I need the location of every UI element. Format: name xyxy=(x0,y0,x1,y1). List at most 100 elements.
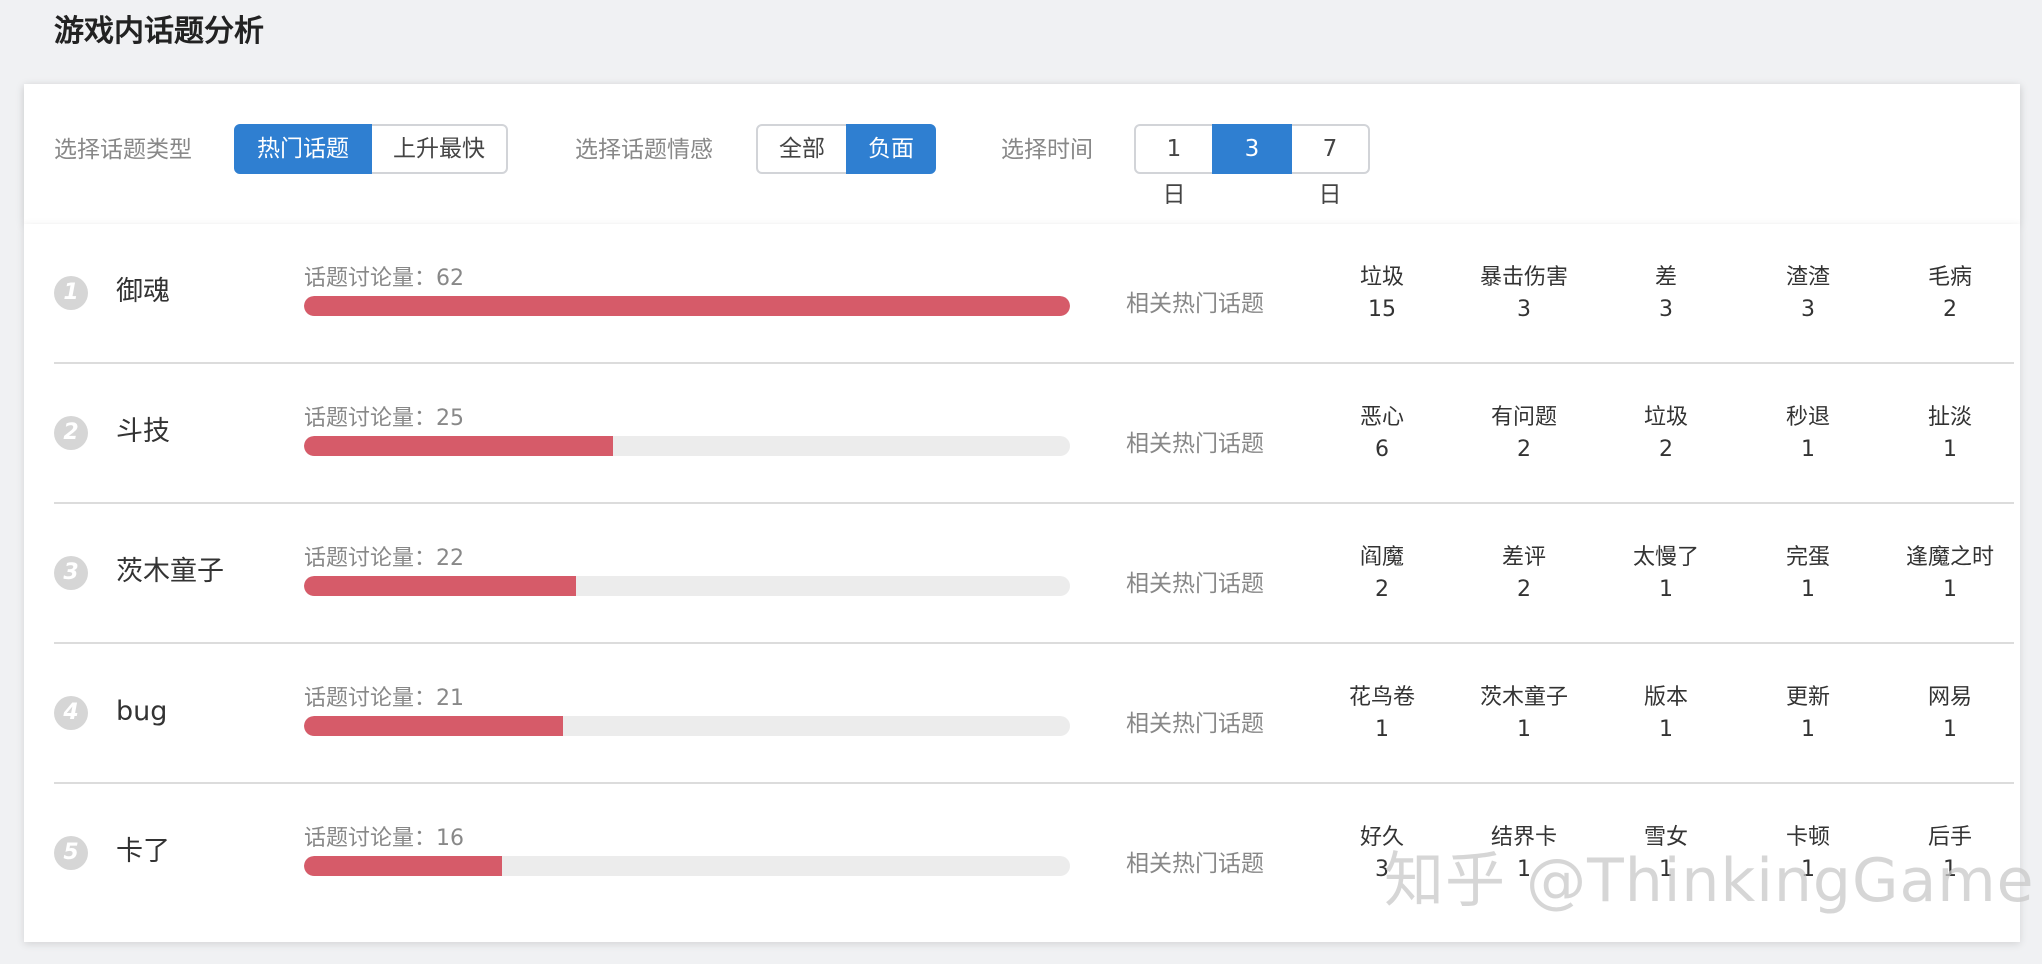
related-topic-name: 毛病 xyxy=(1927,265,1972,290)
related-topics-label: 相关热门话题 xyxy=(1126,431,1264,457)
rank-badge-icon: 1 xyxy=(54,276,88,310)
topic-row[interactable]: 4 bug 话题讨论量：21 相关热门话题 花鸟卷 1 茨木童子 1 版本 1 更新 1 网易 1 xyxy=(54,644,2014,784)
related-topic[interactable]: 更新 1 xyxy=(1738,682,1878,746)
discussion-volume-bar-fill xyxy=(304,296,1070,316)
related-topic[interactable]: 垃圾 15 xyxy=(1312,262,1452,326)
related-topic[interactable]: 毛病 2 xyxy=(1880,262,2020,326)
related-topic[interactable]: 阎魔 2 xyxy=(1312,542,1452,606)
related-topic-count: 2 xyxy=(1517,437,1531,462)
related-topic-count: 2 xyxy=(1659,437,1673,462)
discussion-volume-bar-fill xyxy=(304,436,613,456)
discussion-volume-value: 16 xyxy=(436,826,465,851)
related-topic-count: 3 xyxy=(1517,297,1531,322)
topic-row[interactable]: 1 御魂 话题讨论量：62 相关热门话题 垃圾 15 暴击伤害 3 差 3 渣渣 3 毛病 2 xyxy=(54,224,2014,364)
topic-name[interactable]: 茨木童子 xyxy=(116,552,224,592)
discussion-volume-bar xyxy=(304,716,1070,736)
sentiment-toggle: 全部 负面 xyxy=(756,124,936,174)
discussion-volume-prefix: 话题讨论量： xyxy=(304,266,437,291)
related-topics-label: 相关热门话题 xyxy=(1126,851,1264,877)
related-topic-count: 1 xyxy=(1943,437,1957,462)
discussion-volume-prefix: 话题讨论量： xyxy=(304,686,437,711)
related-topic[interactable]: 垃圾 2 xyxy=(1596,402,1736,466)
related-topic[interactable]: 渣渣 3 xyxy=(1738,262,1878,326)
rank-badge-icon: 3 xyxy=(54,556,88,590)
related-topic-name: 垃圾 xyxy=(1643,405,1688,430)
discussion-volume-value: 62 xyxy=(436,266,465,291)
hot-topics-button[interactable]: 热门话题 xyxy=(234,124,372,174)
related-topic-count: 6 xyxy=(1375,437,1389,462)
related-topic[interactable]: 太慢了 1 xyxy=(1596,542,1736,606)
related-topic[interactable]: 差评 2 xyxy=(1454,542,1594,606)
discussion-volume: 话题讨论量：21 xyxy=(304,684,464,714)
related-topic-count: 1 xyxy=(1517,717,1531,742)
discussion-volume-bar xyxy=(304,296,1070,316)
related-topic-name: 阎魔 xyxy=(1359,545,1404,570)
time-1d-button[interactable]: 1日 xyxy=(1134,124,1214,208)
discussion-volume-bar-fill xyxy=(304,856,502,876)
related-topic-count: 3 xyxy=(1801,297,1815,322)
related-topic-count: 1 xyxy=(1659,577,1673,602)
related-topic-name: 花鸟卷 xyxy=(1348,685,1415,710)
discussion-volume-value: 21 xyxy=(436,686,465,711)
discussion-volume-bar xyxy=(304,436,1070,456)
related-topic[interactable]: 花鸟卷 1 xyxy=(1312,682,1452,746)
related-topic[interactable]: 逢魔之时 1 xyxy=(1880,542,2020,606)
related-topic-count: 1 xyxy=(1943,577,1957,602)
time-range-label: 选择时间 xyxy=(1001,137,1093,163)
topic-sentiment-label: 选择话题情感 xyxy=(575,137,713,163)
related-topic[interactable]: 恶心 6 xyxy=(1312,402,1452,466)
watermark: 知乎 @ThinkingGame xyxy=(1384,846,2035,916)
topic-row[interactable]: 2 斗技 话题讨论量：25 相关热门话题 恶心 6 有问题 2 垃圾 2 秒退 1 扯淡 1 xyxy=(54,364,2014,504)
rank-badge-icon: 2 xyxy=(54,416,88,450)
topic-name[interactable]: 斗技 xyxy=(116,412,170,452)
related-topic-name: 差 xyxy=(1654,265,1677,290)
discussion-volume-bar xyxy=(304,576,1070,596)
page-title: 游戏内话题分析 xyxy=(54,14,264,49)
discussion-volume: 话题讨论量：22 xyxy=(304,544,464,574)
related-topic-count: 1 xyxy=(1659,717,1673,742)
discussion-volume-prefix: 话题讨论量： xyxy=(304,406,437,431)
related-topic[interactable]: 暴击伤害 3 xyxy=(1454,262,1594,326)
topic-type-label: 选择话题类型 xyxy=(54,137,192,163)
related-topic-count: 3 xyxy=(1659,297,1673,322)
related-topic[interactable]: 网易 1 xyxy=(1880,682,2020,746)
related-topic-count: 15 xyxy=(1368,297,1396,322)
related-topic-name: 垃圾 xyxy=(1359,265,1404,290)
fastest-rising-button[interactable]: 上升最快 xyxy=(370,124,508,174)
time-range-toggle: 1日 3日 7日 xyxy=(1134,124,1370,208)
related-topic-name: 差评 xyxy=(1501,545,1546,570)
related-topic[interactable]: 茨木童子 1 xyxy=(1454,682,1594,746)
related-topic-name: 秒退 xyxy=(1785,405,1830,430)
related-topic-name: 更新 xyxy=(1785,685,1830,710)
related-topic-count: 2 xyxy=(1943,297,1957,322)
related-topic[interactable]: 秒退 1 xyxy=(1738,402,1878,466)
time-7d-button[interactable]: 7日 xyxy=(1290,124,1370,208)
topic-type-toggle: 热门话题 上升最快 xyxy=(234,124,508,174)
topic-name[interactable]: 御魂 xyxy=(116,272,170,312)
topic-row[interactable]: 3 茨木童子 话题讨论量：22 相关热门话题 阎魔 2 差评 2 太慢了 1 完蛋 1 逢魔之时 1 xyxy=(54,504,2014,644)
related-topic[interactable]: 扯淡 1 xyxy=(1880,402,2020,466)
sentiment-all-button[interactable]: 全部 xyxy=(756,124,848,174)
discussion-volume-value: 25 xyxy=(436,406,465,431)
related-topic-count: 2 xyxy=(1375,577,1389,602)
related-topic[interactable]: 差3 xyxy=(1596,262,1736,326)
related-topic-name: 暴击伤害 xyxy=(1479,265,1568,290)
related-topic-count: 1 xyxy=(1801,437,1815,462)
time-3d-button[interactable]: 3日 xyxy=(1212,124,1292,208)
related-topic-name: 渣渣 xyxy=(1785,265,1830,290)
related-topic-name: 逢魔之时 xyxy=(1905,545,1994,570)
related-topic[interactable]: 完蛋 1 xyxy=(1738,542,1878,606)
related-topic-name: 网易 xyxy=(1927,685,1972,710)
discussion-volume-bar xyxy=(304,856,1070,876)
topic-name[interactable]: 卡了 xyxy=(116,832,170,872)
related-topic[interactable]: 版本 1 xyxy=(1596,682,1736,746)
topic-name[interactable]: bug xyxy=(116,692,167,732)
discussion-volume-bar-fill xyxy=(304,576,576,596)
discussion-volume-prefix: 话题讨论量： xyxy=(304,546,437,571)
related-topic[interactable]: 有问题 2 xyxy=(1454,402,1594,466)
related-topic-count: 1 xyxy=(1943,717,1957,742)
sentiment-negative-button[interactable]: 负面 xyxy=(846,124,936,174)
discussion-volume-bar-fill xyxy=(304,716,564,736)
related-topic-name: 恶心 xyxy=(1359,405,1404,430)
related-topic-name: 茨木童子 xyxy=(1479,685,1568,710)
